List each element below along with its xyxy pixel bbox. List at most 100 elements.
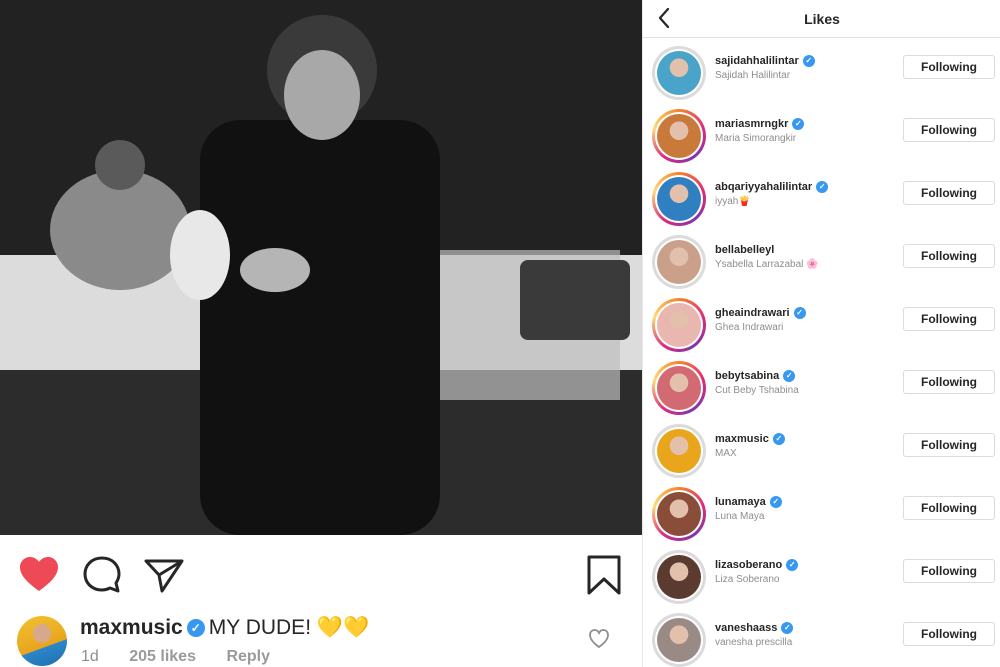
heart-filled-icon <box>20 557 58 591</box>
verified-badge-icon: ✓ <box>816 181 829 193</box>
following-button[interactable]: Following <box>903 307 995 331</box>
likes-count-link[interactable]: 205 likes <box>129 648 196 665</box>
like-fullname: MAX <box>715 448 737 459</box>
avatar[interactable] <box>652 109 706 163</box>
avatar-frame <box>655 553 703 601</box>
like-fullname: Ysabella Larrazabal 🌸 <box>715 259 819 270</box>
following-button[interactable]: Following <box>903 181 995 205</box>
like-row[interactable]: vaneshaass ✓ vanesha prescilla Following <box>643 613 1000 667</box>
like-username[interactable]: mariasmrngkr ✓ <box>715 118 805 130</box>
avatar-image <box>657 114 701 158</box>
avatar-image <box>657 492 701 536</box>
avatar-image <box>657 51 701 95</box>
heart-outline-icon <box>589 629 609 649</box>
like-button[interactable] <box>17 553 61 597</box>
verified-badge-icon: ✓ <box>186 619 205 637</box>
avatar-frame <box>655 301 703 349</box>
like-row[interactable]: bellabelleyl Ysabella Larrazabal 🌸 Followi… <box>643 235 1000 298</box>
like-username[interactable]: sajidahhalilintar ✓ <box>715 55 815 67</box>
like-username[interactable]: lunamaya ✓ <box>715 496 782 508</box>
like-row[interactable]: lizasoberano ✓ Liza Soberano Following <box>643 550 1000 613</box>
avatar[interactable] <box>652 298 706 352</box>
like-username[interactable]: bebytsabina ✓ <box>715 370 796 382</box>
like-fullname: Liza Soberano <box>715 574 780 585</box>
like-row[interactable]: gheaindrawari ✓ Ghea Indrawari Following <box>643 298 1000 361</box>
like-fullname: Ghea Indrawari <box>715 322 784 333</box>
like-row[interactable]: maxmusic ✓ MAX Following <box>643 424 1000 487</box>
following-button[interactable]: Following <box>903 118 995 142</box>
likes-title: Likes <box>804 11 840 27</box>
like-fullname: Cut Beby Tshabina <box>715 385 799 396</box>
post-actions <box>0 535 642 613</box>
likes-panel: Likes sajidahhalilintar ✓ Sajidah Halilint… <box>642 0 1000 667</box>
avatar-frame <box>655 616 703 664</box>
avatar-image <box>657 240 701 284</box>
verified-badge-icon: ✓ <box>802 55 815 67</box>
avatar[interactable] <box>652 46 706 100</box>
like-username[interactable]: abqariyyahalilintar ✓ <box>715 181 829 193</box>
avatar-frame <box>655 364 703 412</box>
like-username[interactable]: vaneshaass ✓ <box>715 622 794 634</box>
verified-badge-icon: ✓ <box>786 559 799 571</box>
avatar-image <box>657 177 701 221</box>
caption-username[interactable]: maxmusic <box>80 616 183 640</box>
avatar-frame <box>655 490 703 538</box>
verified-badge-icon: ✓ <box>793 307 806 319</box>
like-username[interactable]: bellabelleyl <box>715 244 774 256</box>
comment-like-button[interactable] <box>588 628 610 650</box>
following-button[interactable]: Following <box>903 559 995 583</box>
share-button[interactable] <box>142 553 186 597</box>
like-row[interactable]: abqariyyahalilintar ✓ iyyah🍟 Following <box>643 172 1000 235</box>
like-username-text: gheaindrawari <box>715 307 790 319</box>
avatar[interactable] <box>652 550 706 604</box>
post-photo-illustration <box>0 0 642 535</box>
like-username[interactable]: gheaindrawari ✓ <box>715 307 806 319</box>
like-row[interactable]: sajidahhalilintar ✓ Sajidah Halilintar Foll… <box>643 46 1000 109</box>
caption-text: MY DUDE! 💛💛 <box>208 616 370 639</box>
following-button[interactable]: Following <box>903 370 995 394</box>
like-fullname: Maria Simorangkir <box>715 133 797 144</box>
verified-badge-icon: ✓ <box>769 496 782 508</box>
verified-badge-icon: ✓ <box>783 370 796 382</box>
like-username-text: lizasoberano <box>715 559 783 571</box>
like-username[interactable]: lizasoberano ✓ <box>715 559 799 571</box>
following-button[interactable]: Following <box>903 622 995 646</box>
following-button[interactable]: Following <box>903 433 995 457</box>
like-row[interactable]: bebytsabina ✓ Cut Beby Tshabina Following <box>643 361 1000 424</box>
caption-meta: 1d 205 likes Reply <box>81 648 296 666</box>
comment-button[interactable] <box>80 553 124 597</box>
like-username-text: bellabelleyl <box>715 244 775 256</box>
following-button[interactable]: Following <box>903 496 995 520</box>
avatar-image <box>657 366 701 410</box>
avatar-frame <box>655 427 703 475</box>
like-username[interactable]: maxmusic ✓ <box>715 433 785 445</box>
avatar[interactable] <box>652 361 706 415</box>
caption-avatar[interactable] <box>17 616 67 666</box>
like-username-text: lunamaya <box>715 496 766 508</box>
like-username-text: mariasmrngkr <box>715 118 789 130</box>
avatar-image <box>657 303 701 347</box>
post-time: 1d <box>81 648 99 665</box>
reply-link[interactable]: Reply <box>226 648 270 665</box>
bookmark-icon <box>587 555 621 595</box>
avatar-image <box>657 618 701 662</box>
like-username-text: maxmusic <box>715 433 769 445</box>
save-button[interactable] <box>582 553 626 597</box>
avatar[interactable] <box>652 235 706 289</box>
avatar[interactable] <box>652 487 706 541</box>
like-row[interactable]: mariasmrngkr ✓ Maria Simorangkir Following <box>643 109 1000 172</box>
avatar[interactable] <box>652 424 706 478</box>
verified-badge-icon: ✓ <box>781 622 794 634</box>
like-fullname: vanesha prescilla <box>715 637 793 648</box>
avatar[interactable] <box>652 613 706 667</box>
caption: maxmusic ✓ MY DUDE! 💛💛 1d 205 likes Repl… <box>0 606 642 667</box>
avatar-image <box>657 555 701 599</box>
avatar[interactable] <box>652 172 706 226</box>
post: maxmusic ✓ MY DUDE! 💛💛 1d 205 likes Repl… <box>0 0 642 667</box>
following-button[interactable]: Following <box>903 55 995 79</box>
following-button[interactable]: Following <box>903 244 995 268</box>
like-fullname: Luna Maya <box>715 511 765 522</box>
like-row[interactable]: lunamaya ✓ Luna Maya Following <box>643 487 1000 550</box>
like-username-text: bebytsabina <box>715 370 780 382</box>
like-username-text: vaneshaass <box>715 622 778 634</box>
